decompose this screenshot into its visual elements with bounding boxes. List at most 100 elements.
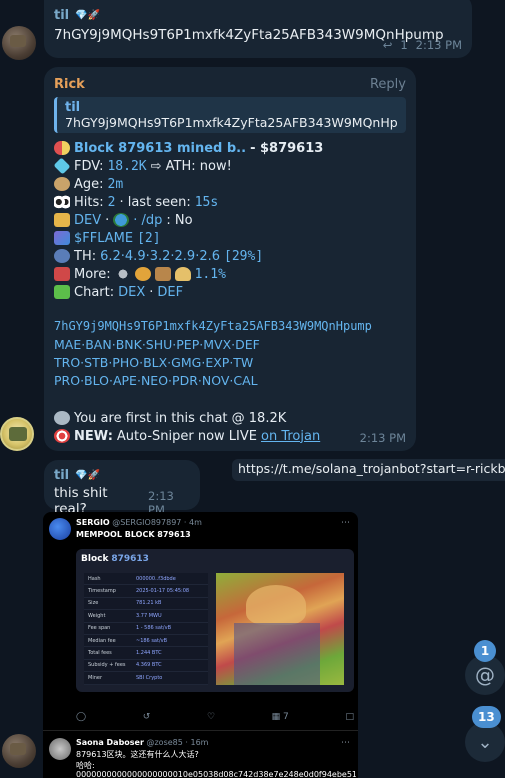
link-preview[interactable]: https://t.me/solana_trojanbot?start=r-ri… [232, 459, 505, 481]
message-til-question[interactable]: til 💎🚀 this shit real? 2:13 PM [44, 460, 200, 517]
dp-link[interactable]: · /dp [133, 213, 162, 228]
at-sign-icon: @ [475, 663, 495, 687]
new-text: Auto-Sniper now LIVE [116, 428, 257, 444]
tweet-more-icon: ⋯ [341, 518, 350, 528]
tweet2-more-icon: ⋯ [341, 738, 350, 748]
package-icon[interactable] [154, 267, 171, 281]
sender-name[interactable]: Rick [54, 77, 85, 92]
quick-link-pep[interactable]: PEP [176, 337, 199, 352]
quick-link-blo[interactable]: BLO [84, 373, 109, 388]
quick-link-ban[interactable]: BAN [85, 337, 111, 352]
dp-value: : No [166, 212, 193, 228]
tweet-avatar [49, 518, 71, 540]
chart-icon [54, 285, 70, 299]
chevron-down-icon: ⌄ [477, 731, 493, 753]
palette-icon[interactable] [134, 267, 151, 281]
tweet-user: SERGIO [76, 518, 110, 527]
reply-button[interactable]: Reply [370, 77, 406, 92]
quick-link-def[interactable]: DEF [235, 337, 260, 352]
links-row-2[interactable]: TRO·STB·PHO·BLX·GMG·EXP·TW [54, 355, 406, 373]
tweet-screenshot[interactable]: SERGIO @SERGIO897897 · 4m MEMPOOL BLOCK … [43, 512, 358, 778]
tweet2-user: Saona Daboser [76, 738, 144, 747]
chart-def-link[interactable]: DEF [157, 285, 183, 300]
quick-link-nov[interactable]: NOV [202, 373, 230, 388]
tweet2-text-3: 0000000000000000000010e05038d08c742d38e7… [76, 770, 356, 778]
reply-count[interactable]: 1 [400, 38, 407, 52]
block-detail-key: Subsidy + fees [88, 662, 126, 669]
block-detail-key: Weight [88, 612, 106, 619]
hits-label: Hits: [74, 194, 104, 210]
last-seen-label: · last seen: [119, 194, 191, 210]
links-row-3[interactable]: PRO·BLO·APE·NEO·PDR·NOV·CAL [54, 373, 406, 391]
trojan-link[interactable]: on Trojan [261, 429, 320, 444]
quick-link-mae[interactable]: MAE [54, 337, 81, 352]
quote-text: 7hGY9j9MQHs9T6P1mxfk4ZyFta25AFB343W9MQnH… [65, 115, 398, 130]
quote-sender: til [65, 100, 81, 115]
sender-emoji: 💎🚀 [75, 10, 101, 21]
quick-link-pro[interactable]: PRO [54, 373, 80, 388]
block-detail-value: SBI Crypto [136, 674, 163, 681]
tweet2-handle: @zose85 · 16m [146, 738, 209, 747]
age-label: Age: [74, 176, 104, 192]
sender-name[interactable]: til [54, 8, 69, 23]
portrait-face [246, 585, 306, 625]
quick-link-tro[interactable]: TRO [54, 355, 80, 370]
token-address[interactable]: 7hGY9j9MQHs9T6P1mxfk4ZyFta25AFB343W9MQnH… [54, 319, 406, 337]
block-detail-row: Fee span 1 - 586 sat/vB [84, 623, 208, 635]
quick-link-blx[interactable]: BLX [143, 355, 167, 370]
comment-icon[interactable]: ◯ [76, 712, 86, 722]
flame-link[interactable]: $FFLAME [74, 231, 133, 246]
panel-num: 879613 [111, 554, 149, 564]
quick-link-ape[interactable]: APE [113, 373, 137, 388]
reply-arrow-icon[interactable]: ↩ [383, 38, 393, 52]
quick-link-bnk[interactable]: BNK [116, 337, 142, 352]
unread-badge: 13 [472, 706, 501, 728]
fdv-label: FDV: [74, 158, 104, 174]
chart-dex-link[interactable]: DEX [118, 285, 145, 300]
panel-title: Block [81, 554, 109, 564]
bookmark-icon[interactable]: □ [345, 712, 354, 722]
avatar-til[interactable] [2, 26, 36, 60]
handcuffs-icon[interactable] [114, 267, 131, 281]
quick-link-mvx[interactable]: MVX [203, 337, 231, 352]
quick-link-pho[interactable]: PHO [112, 355, 139, 370]
block-detail-value: ~186 sat/vB [136, 637, 168, 644]
quick-link-stb[interactable]: STB [84, 355, 108, 370]
avatar-til-2[interactable] [2, 734, 36, 768]
last-seen-value: 15s [194, 194, 219, 210]
views-icon[interactable]: ▦ 7 [272, 712, 289, 722]
tweet2-avatar [49, 738, 71, 760]
block-detail-value: 4.369 BTC [136, 662, 162, 669]
quick-link-pdr[interactable]: PDR [172, 373, 198, 388]
block-detail-value: 781.21 kB [136, 600, 162, 607]
quoted-message[interactable]: til 7hGY9j9MQHs9T6P1mxfk4ZyFta25AFB343W9… [54, 97, 406, 133]
ath-text: ⇨ ATH: now! [150, 158, 232, 174]
quick-link-exp[interactable]: EXP [205, 355, 229, 370]
links-row-1[interactable]: MAE·BAN·BNK·SHU·PEP·MVX·DEF [54, 337, 406, 355]
dev-link[interactable]: DEV [74, 213, 101, 228]
lock-icon [54, 213, 70, 227]
quick-link-shu[interactable]: SHU [146, 337, 172, 352]
scroll-down-button[interactable]: ⌄ [465, 722, 505, 762]
block-title-link[interactable]: Block 879613 mined b.. [74, 141, 246, 156]
quick-link-cal[interactable]: CAL [233, 373, 257, 388]
link-preview-url[interactable]: https://t.me/solana_trojanbot?start=r-ri… [238, 461, 505, 476]
guard-icon[interactable] [174, 267, 191, 281]
message-til-address[interactable]: til 💎🚀 7hGY9j9MQHs9T6P1mxfk4ZyFta25AFB34… [44, 0, 472, 58]
first-text: You are first in this chat @ 18.2K [74, 410, 287, 426]
avatar-rick[interactable] [0, 417, 34, 451]
message-rick-block[interactable]: Rick Reply til 7hGY9j9MQHs9T6P1mxfk4ZyFt… [44, 67, 416, 451]
quick-link-tw[interactable]: TW [233, 355, 253, 370]
retweet-icon[interactable]: ↺ [143, 712, 151, 722]
block-details-table: Hash 000000..f3dbde Timestamp 2025-01-17 05… [84, 573, 208, 685]
block-detail-row: Total fees 1.244 BTC [84, 647, 208, 660]
like-icon[interactable]: ♡ [207, 712, 215, 722]
block-detail-key: Total fees [88, 650, 112, 657]
block-detail-row: Hash 000000..f3dbde [84, 573, 208, 586]
sender-name[interactable]: til [54, 468, 69, 483]
tweet-headline: MEMPOOL BLOCK 879613 [76, 530, 191, 539]
quick-link-neo[interactable]: NEO [141, 373, 168, 388]
th-values[interactable]: 6.2·4.9·3.2·2.9·2.6 [100, 249, 220, 264]
quick-link-gmg[interactable]: GMG [171, 355, 201, 370]
age-value: 2m [107, 176, 124, 192]
